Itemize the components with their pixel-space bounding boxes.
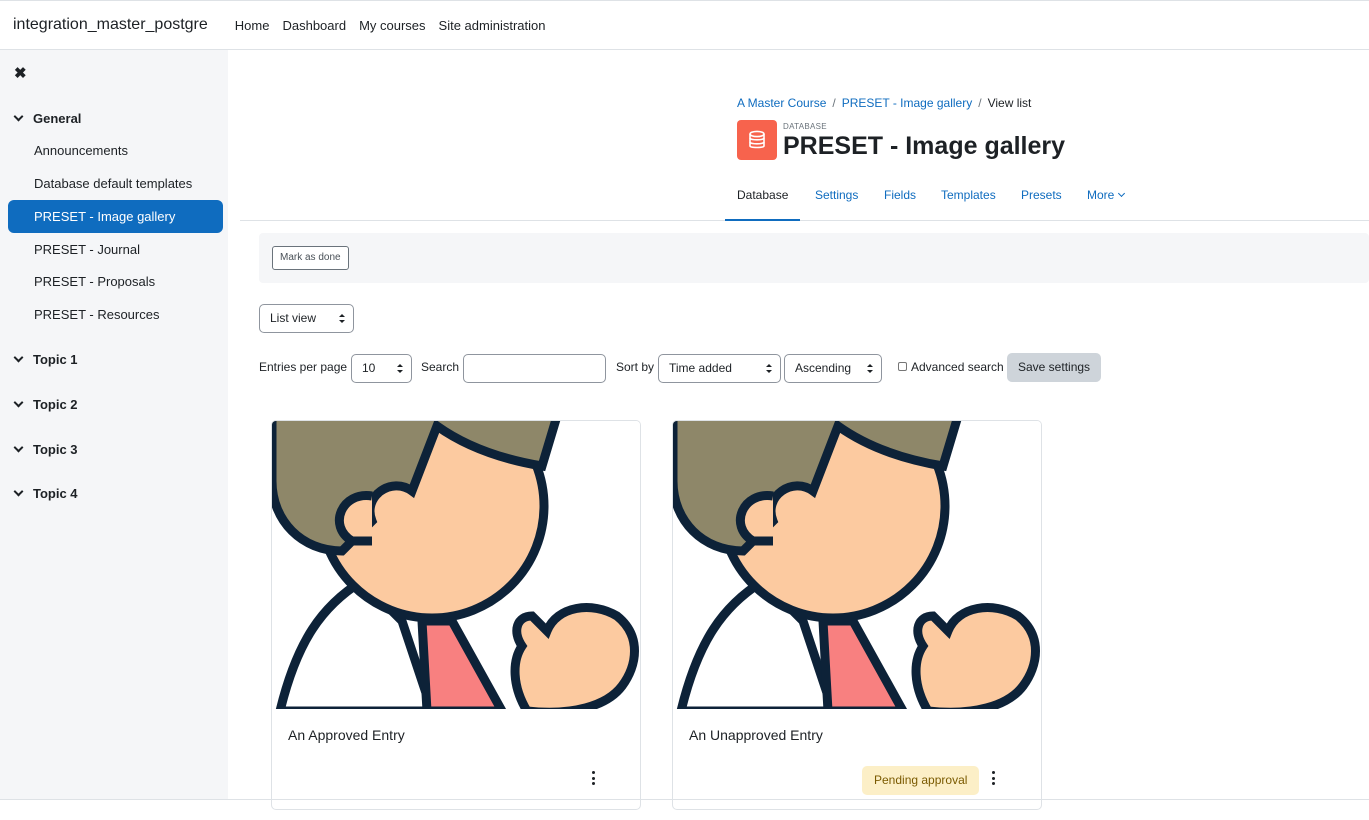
section-general[interactable]: General: [13, 111, 82, 126]
breadcrumb-separator: /: [832, 96, 836, 110]
chevron-down-icon: [13, 486, 24, 497]
entries-per-page-select[interactable]: 10: [351, 354, 412, 383]
entry-image[interactable]: [673, 421, 1041, 709]
entries-per-page-label: Entries per page: [259, 360, 348, 374]
chevron-down-icon: [13, 111, 24, 122]
section-topic-1[interactable]: Topic 1: [13, 352, 78, 367]
entries-per-page-value: 10: [362, 361, 376, 375]
breadcrumb-current: View list: [987, 96, 1032, 110]
entry-title: An Unapproved Entry: [689, 727, 823, 743]
tab-more[interactable]: More: [1087, 171, 1126, 221]
sort-order-value: Ascending: [795, 361, 852, 375]
chevron-down-icon: [13, 397, 24, 408]
entry-card: An Approved Entry: [271, 420, 641, 810]
breadcrumb-separator: /: [978, 96, 982, 110]
entry-image[interactable]: [272, 421, 640, 709]
activity-preset-proposals[interactable]: PRESET - Proposals: [8, 265, 223, 298]
section-topic-3[interactable]: Topic 3: [13, 442, 78, 457]
activity-completion-bar: Mark as done: [259, 233, 1369, 283]
page-title: PRESET - Image gallery: [783, 132, 1066, 160]
save-settings-button[interactable]: Save settings: [1007, 353, 1102, 382]
section-topic-2[interactable]: Topic 2: [13, 397, 78, 412]
nav-site-administration[interactable]: Site administration: [439, 18, 546, 33]
footer-divider: [0, 799, 1369, 800]
tab-templates[interactable]: Templates: [941, 171, 996, 221]
entry-card: An Unapproved Entry Pending approval: [672, 420, 1042, 810]
main-content: A Master Course / PRESET - Image gallery…: [228, 50, 1369, 810]
section-label: Topic 4: [33, 486, 78, 501]
sort-field-value: Time added: [669, 361, 732, 375]
select-arrow-icon: [867, 364, 873, 374]
activity-database-default-templates[interactable]: Database default templates: [8, 167, 223, 200]
course-index-drawer: ✖ General Announcements Database default…: [0, 50, 228, 800]
sort-field-select[interactable]: Time added: [658, 354, 781, 383]
section-label: Topic 2: [33, 397, 78, 412]
nav-my-courses[interactable]: My courses: [359, 18, 425, 33]
tab-more-label: More: [1087, 188, 1115, 202]
breadcrumb-activity[interactable]: PRESET - Image gallery: [842, 96, 973, 110]
kebab-menu-icon[interactable]: [992, 771, 996, 785]
section-label: Topic 1: [33, 352, 78, 367]
search-input[interactable]: [463, 354, 606, 383]
select-arrow-icon: [766, 364, 772, 374]
chevron-down-icon: [13, 442, 24, 453]
database-icon: [737, 120, 777, 160]
breadcrumb-course[interactable]: A Master Course: [737, 96, 826, 110]
section-label: Topic 3: [33, 442, 78, 457]
mark-as-done-button[interactable]: Mark as done: [272, 246, 349, 270]
activity-announcements[interactable]: Announcements: [8, 134, 223, 167]
tab-presets[interactable]: Presets: [1021, 171, 1062, 221]
nav-home[interactable]: Home: [235, 18, 270, 33]
sort-by-label: Sort by: [616, 360, 655, 374]
section-label: General: [33, 111, 82, 126]
pending-approval-badge: Pending approval: [862, 766, 980, 795]
activity-preset-image-gallery[interactable]: PRESET - Image gallery: [8, 200, 223, 233]
module-type-label: DATABASE: [783, 122, 827, 131]
close-icon[interactable]: ✖: [14, 64, 27, 82]
view-selector[interactable]: List view: [259, 304, 354, 333]
breadcrumb: A Master Course / PRESET - Image gallery…: [737, 96, 1031, 110]
entry-title: An Approved Entry: [288, 727, 405, 743]
tab-fields[interactable]: Fields: [884, 171, 916, 221]
activity-preset-journal[interactable]: PRESET - Journal: [8, 233, 223, 266]
top-navbar: integration_master_postgre Home Dashboar…: [0, 0, 1369, 50]
advanced-search-label[interactable]: Advanced search: [911, 360, 1004, 374]
tab-settings[interactable]: Settings: [815, 171, 858, 221]
primary-navigation: Home Dashboard My courses Site administr…: [235, 18, 559, 33]
kebab-menu-icon[interactable]: [592, 771, 596, 785]
chevron-down-icon: [1118, 189, 1126, 198]
site-name[interactable]: integration_master_postgre: [13, 16, 208, 34]
search-label: Search: [421, 360, 460, 374]
secondary-navigation: Database Settings Fields Templates Prese…: [240, 171, 1369, 221]
section-topic-4[interactable]: Topic 4: [13, 486, 78, 501]
select-arrow-icon: [339, 314, 345, 324]
chevron-down-icon: [13, 352, 24, 363]
nav-dashboard[interactable]: Dashboard: [282, 18, 346, 33]
sort-order-select[interactable]: Ascending: [784, 354, 882, 383]
activity-preset-resources[interactable]: PRESET - Resources: [8, 298, 223, 331]
select-arrow-icon: [397, 364, 403, 374]
tab-database[interactable]: Database: [725, 171, 801, 221]
advanced-search-checkbox[interactable]: [898, 362, 907, 371]
view-selector-value: List view: [270, 311, 317, 325]
